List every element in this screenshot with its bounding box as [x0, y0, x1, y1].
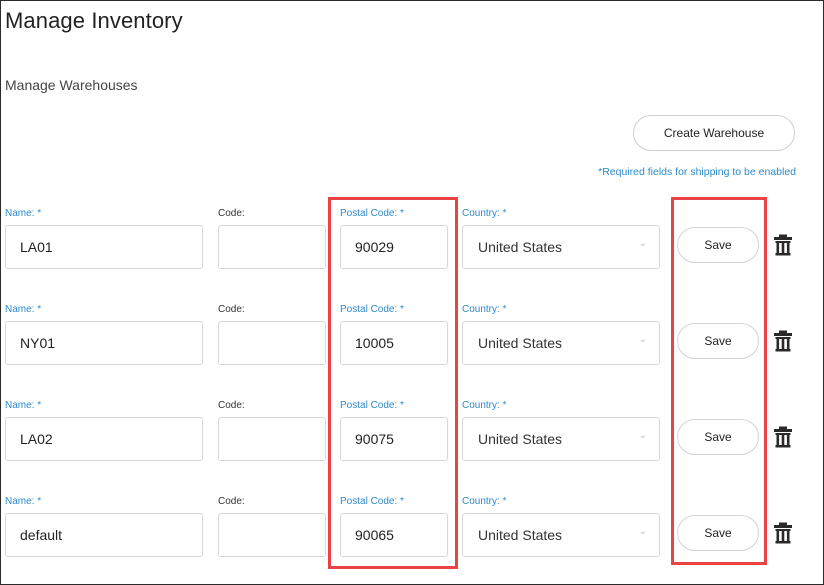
postal-code-input[interactable]: 90065: [340, 513, 448, 557]
code-label: Code:: [218, 208, 245, 219]
chevron-down-icon: ⌄: [638, 430, 647, 441]
save-button[interactable]: Save: [677, 515, 759, 551]
warehouse-name-input[interactable]: LA02: [5, 417, 203, 461]
warehouse-row: Name: * Code: Postal Code: * Country: * LA02…: [0, 400, 824, 480]
country-select[interactable]: United States ⌄: [462, 513, 660, 557]
country-label: Country: *: [462, 208, 507, 219]
country-value: United States: [478, 239, 563, 255]
country-value: United States: [478, 335, 563, 351]
country-select[interactable]: United States ⌄: [462, 417, 660, 461]
warehouse-name-input[interactable]: NY01: [5, 321, 203, 365]
code-label: Code:: [218, 304, 245, 315]
name-label: Name: *: [5, 400, 42, 411]
trash-icon[interactable]: [773, 330, 793, 352]
save-button[interactable]: Save: [677, 323, 759, 359]
code-label: Code:: [218, 496, 245, 507]
name-label: Name: *: [5, 304, 42, 315]
name-label: Name: *: [5, 208, 42, 219]
trash-icon[interactable]: [773, 426, 793, 448]
postal-code-input[interactable]: 90075: [340, 417, 448, 461]
save-button[interactable]: Save: [677, 419, 759, 455]
create-warehouse-button[interactable]: Create Warehouse: [633, 115, 795, 151]
warehouse-row: Name: * Code: Postal Code: * Country: * defa…: [0, 496, 824, 576]
chevron-down-icon: ⌄: [638, 334, 647, 345]
country-label: Country: *: [462, 496, 507, 507]
trash-icon[interactable]: [773, 522, 793, 544]
country-label: Country: *: [462, 400, 507, 411]
country-select[interactable]: United States ⌄: [462, 321, 660, 365]
name-label: Name: *: [5, 496, 42, 507]
warehouse-code-input[interactable]: [218, 417, 326, 461]
postal-code-label: Postal Code: *: [340, 400, 404, 411]
warehouse-row: Name: * Code: Postal Code: * Country: * NY01…: [0, 304, 824, 384]
save-button[interactable]: Save: [677, 227, 759, 263]
country-select[interactable]: United States ⌄: [462, 225, 660, 269]
country-value: United States: [478, 431, 563, 447]
postal-code-input[interactable]: 10005: [340, 321, 448, 365]
postal-code-label: Postal Code: *: [340, 496, 404, 507]
trash-icon[interactable]: [773, 234, 793, 256]
postal-code-label: Postal Code: *: [340, 304, 404, 315]
section-title: Manage Warehouses: [5, 77, 138, 93]
warehouse-name-input[interactable]: LA01: [5, 225, 203, 269]
code-label: Code:: [218, 400, 245, 411]
chevron-down-icon: ⌄: [638, 238, 647, 249]
page-title: Manage Inventory: [5, 8, 183, 33]
warehouse-code-input[interactable]: [218, 321, 326, 365]
postal-code-input[interactable]: 90029: [340, 225, 448, 269]
country-value: United States: [478, 527, 563, 543]
warehouse-code-input[interactable]: [218, 225, 326, 269]
warehouse-row: Name: * Code: Postal Code: * Country: * LA01…: [0, 208, 824, 288]
country-label: Country: *: [462, 304, 507, 315]
required-fields-note: *Required fields for shipping to be enab…: [598, 166, 796, 178]
postal-code-label: Postal Code: *: [340, 208, 404, 219]
chevron-down-icon: ⌄: [638, 526, 647, 537]
warehouse-name-input[interactable]: default: [5, 513, 203, 557]
warehouse-code-input[interactable]: [218, 513, 326, 557]
